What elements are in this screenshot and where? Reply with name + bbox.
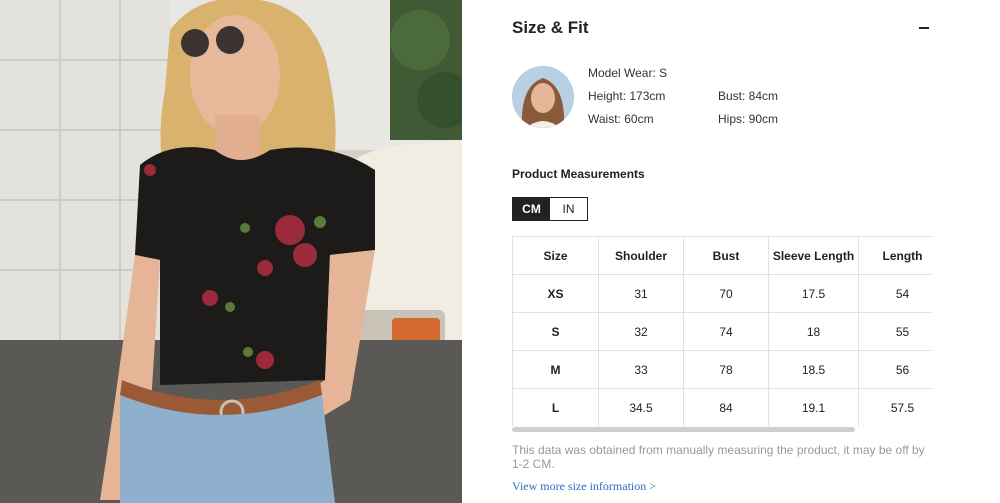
model-wear: Model Wear: S — [588, 66, 668, 80]
cell-bust: 74 — [683, 312, 769, 351]
cell-length: 54 — [858, 274, 932, 313]
header-length: Length — [858, 236, 932, 275]
size-fit-panel: Size & Fit Model Wear: S Height: 173cm B… — [462, 0, 1000, 503]
section-title: Size & Fit — [512, 18, 589, 37]
cell-size: XS — [512, 274, 599, 313]
product-photo — [0, 0, 462, 503]
model-avatar-image — [512, 66, 574, 128]
cell-shoulder: 34.5 — [598, 388, 684, 426]
unit-in-button[interactable]: IN — [550, 198, 587, 220]
model-avatar — [512, 66, 574, 128]
table-header-row: Size Shoulder Bust Sleeve Length Length — [512, 236, 932, 275]
cell-size: L — [512, 388, 599, 426]
product-photo-illustration — [0, 0, 462, 503]
model-hips: Hips: 90cm — [718, 112, 779, 126]
cell-shoulder: 31 — [598, 274, 684, 313]
cell-sleeve-length: 18.5 — [768, 350, 859, 389]
minus-icon[interactable] — [917, 18, 931, 38]
cell-length: 55 — [858, 312, 932, 351]
cell-bust: 70 — [683, 274, 769, 313]
header-size: Size — [512, 236, 599, 275]
model-bust: Bust: 84cm — [718, 89, 779, 103]
table-row: M 33 78 18.5 56 — [512, 350, 932, 389]
cell-size: S — [512, 312, 599, 351]
table-row: XS 31 70 17.5 54 — [512, 274, 932, 313]
table-row: S 32 74 18 55 — [512, 312, 932, 351]
table-horizontal-scrollbar[interactable] — [512, 427, 855, 432]
header-sleeve-length: Sleeve Length — [768, 236, 859, 275]
view-more-size-info-link[interactable]: View more size information > — [512, 479, 656, 494]
cell-length: 56 — [858, 350, 932, 389]
product-measurements-title: Product Measurements — [512, 167, 645, 181]
header-bust: Bust — [683, 236, 769, 275]
model-height: Height: 173cm — [588, 89, 666, 103]
cell-bust: 78 — [683, 350, 769, 389]
cell-bust: 84 — [683, 388, 769, 426]
unit-cm-button[interactable]: CM — [513, 198, 550, 220]
cell-shoulder: 32 — [598, 312, 684, 351]
model-waist: Waist: 60cm — [588, 112, 654, 126]
cell-shoulder: 33 — [598, 350, 684, 389]
cell-length: 57.5 — [858, 388, 932, 426]
measurements-table: Size Shoulder Bust Sleeve Length Length … — [512, 236, 932, 426]
cell-size: M — [512, 350, 599, 389]
measurement-note: This data was obtained from manually mea… — [512, 443, 925, 471]
cell-sleeve-length: 17.5 — [768, 274, 859, 313]
measurements-table-container[interactable]: Size Shoulder Bust Sleeve Length Length … — [512, 236, 932, 426]
cell-sleeve-length: 18 — [768, 312, 859, 351]
cell-sleeve-length: 19.1 — [768, 388, 859, 426]
table-row: L 34.5 84 19.1 57.5 — [512, 388, 932, 426]
unit-toggle: CM IN — [512, 197, 588, 221]
header-shoulder: Shoulder — [598, 236, 684, 275]
